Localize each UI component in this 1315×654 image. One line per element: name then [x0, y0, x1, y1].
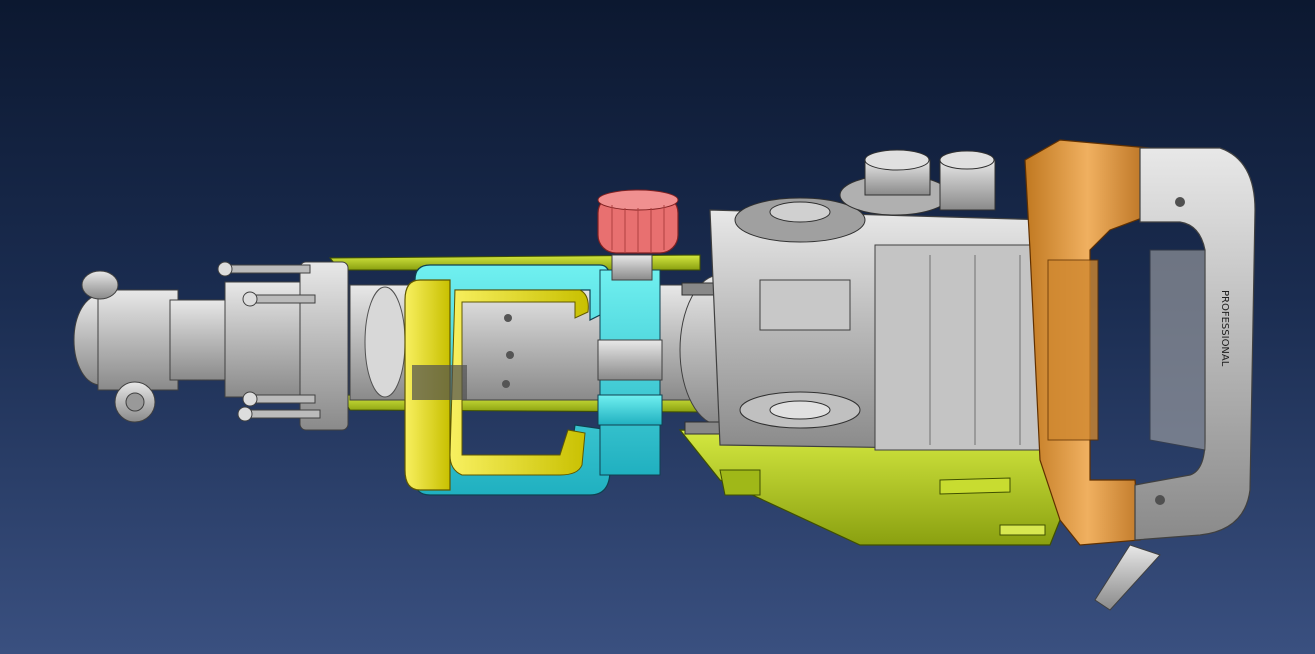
handle-brand-label: PROFESSIONAL	[1219, 290, 1230, 367]
cad-viewport[interactable]: PROFESSIONAL	[0, 0, 1315, 654]
gearbox[interactable]	[709, 149, 1051, 451]
lock-knob-icon[interactable]	[597, 189, 679, 254]
clamp-column[interactable]	[597, 254, 663, 476]
rear-handle[interactable]: PROFESSIONAL	[1134, 147, 1256, 541]
hammer-assembly-model[interactable]: PROFESSIONAL	[0, 0, 1315, 654]
front-chuck[interactable]	[73, 261, 349, 431]
power-cord[interactable]	[1094, 544, 1161, 611]
